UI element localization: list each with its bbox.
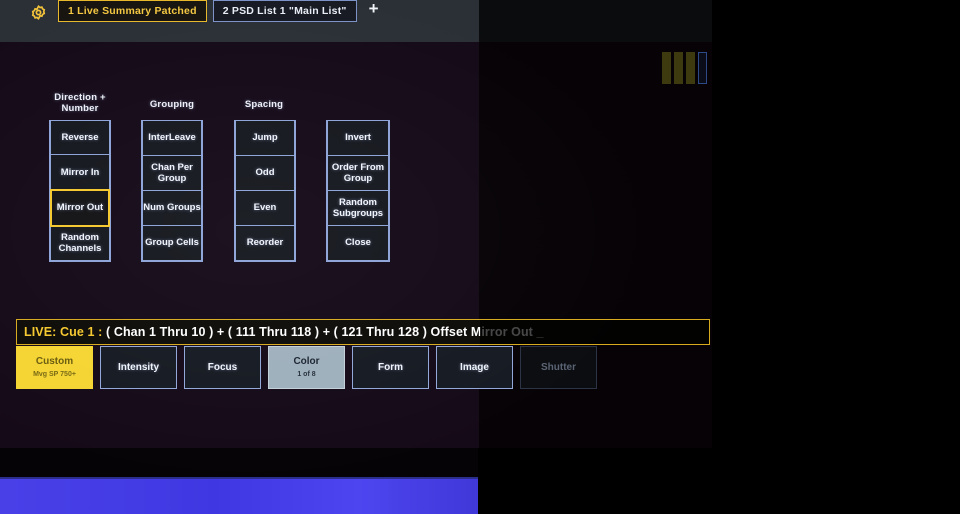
header-bar-dim <box>479 0 712 42</box>
command-line-prefix: LIVE: Cue 1 : <box>24 325 103 339</box>
button-jump[interactable]: Jump <box>235 119 295 156</box>
category-tab-sublabel: Mvg SP 750+ <box>33 371 76 378</box>
category-tab-form[interactable]: Form <box>352 346 429 389</box>
category-tab-shutter[interactable]: Shutter <box>520 346 597 389</box>
button-column-actions: Invert Order From Group Random Subgroups… <box>326 119 390 262</box>
button-random-subgroups[interactable]: Random Subgroups <box>327 189 389 226</box>
button-mirror-in[interactable]: Mirror In <box>50 154 110 190</box>
fader-4[interactable] <box>698 52 707 84</box>
category-tab-bar: Custom Mvg SP 750+ Intensity Focus Color… <box>16 346 597 389</box>
tab-label: 1 Live Summary Patched <box>68 5 197 17</box>
tab-label: 2 PSD List 1 "Main List" <box>222 5 347 17</box>
fader-2[interactable] <box>674 52 683 84</box>
button-column-direction-number: Reverse Mirror In Mirror Out Random Chan… <box>49 119 111 262</box>
category-tab-label: Form <box>378 361 403 373</box>
column-title-grouping: Grouping <box>149 99 195 110</box>
button-invert[interactable]: Invert <box>327 119 389 156</box>
category-tab-custom[interactable]: Custom Mvg SP 750+ <box>16 346 93 389</box>
button-column-grouping: InterLeave Chan Per Group Num Groups Gro… <box>141 119 203 262</box>
category-tab-sublabel: 1 of 8 <box>297 371 316 378</box>
command-line-body: ( Chan 1 Thru 10 ) + ( 111 Thru 118 ) + … <box>105 325 544 339</box>
button-mirror-out[interactable]: Mirror Out <box>50 188 110 227</box>
category-tab-label: Custom <box>35 356 74 367</box>
category-tab-label: Focus <box>207 361 238 373</box>
category-tab-label: Shutter <box>541 361 576 373</box>
tab-live-summary-patched[interactable]: 1 Live Summary Patched <box>58 0 207 22</box>
tab-psd-list-1-main-list[interactable]: 2 PSD List 1 "Main List" <box>212 0 357 22</box>
button-group-cells[interactable]: Group Cells <box>142 224 202 261</box>
button-num-groups[interactable]: Num Groups <box>142 189 202 226</box>
fader-1[interactable] <box>662 52 671 84</box>
fader-3[interactable] <box>686 52 695 84</box>
category-tab-color[interactable]: Color 1 of 8 <box>268 346 345 389</box>
category-tab-label: Image <box>460 361 489 373</box>
category-tab-intensity[interactable]: Intensity <box>100 346 177 389</box>
button-interleave[interactable]: InterLeave <box>142 119 202 156</box>
add-tab-button[interactable]: + <box>365 0 383 22</box>
fader-strip <box>662 52 710 84</box>
button-even[interactable]: Even <box>235 189 295 226</box>
category-tab-label: Color <box>293 356 320 367</box>
category-tab-image[interactable]: Image <box>436 346 513 389</box>
column-title-direction-number: Direction + Number <box>54 92 106 114</box>
button-close[interactable]: Close <box>327 224 389 261</box>
button-column-spacing: Jump Odd Even Reorder <box>234 119 296 262</box>
right-black-area <box>712 0 960 514</box>
category-tab-focus[interactable]: Focus <box>184 346 261 389</box>
button-reverse[interactable]: Reverse <box>50 119 110 156</box>
button-reorder[interactable]: Reorder <box>235 224 295 261</box>
bottom-blue-band <box>0 479 478 514</box>
console-screen: 1 Live Summary Patched 2 PSD List 1 "Mai… <box>0 0 960 514</box>
tab-bar: 1 Live Summary Patched 2 PSD List 1 "Mai… <box>58 0 383 22</box>
gear-icon[interactable] <box>26 1 50 23</box>
button-odd[interactable]: Odd <box>235 154 295 191</box>
button-random-channels[interactable]: Random Channels <box>50 225 110 261</box>
category-tab-label: Intensity <box>117 361 160 373</box>
command-line-text: LIVE: Cue 1 : ( Chan 1 Thru 10 ) + ( 111… <box>17 321 544 343</box>
button-chan-per-group[interactable]: Chan Per Group <box>142 154 202 191</box>
button-order-from-group[interactable]: Order From Group <box>327 154 389 191</box>
column-title-spacing: Spacing <box>244 99 284 110</box>
command-line[interactable]: LIVE: Cue 1 : ( Chan 1 Thru 10 ) + ( 111… <box>16 319 710 345</box>
